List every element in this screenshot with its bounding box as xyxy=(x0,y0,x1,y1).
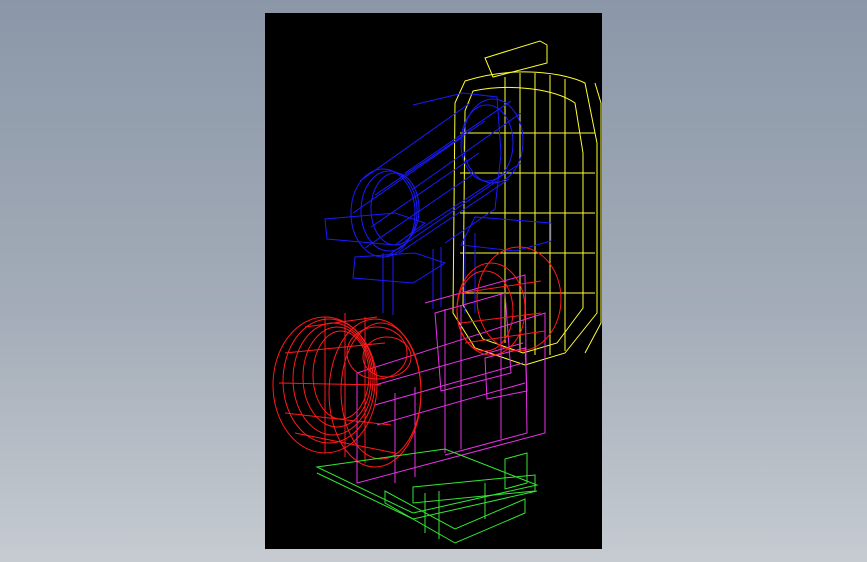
motor-wireframe xyxy=(324,92,552,315)
wireframe-drawing xyxy=(272,40,602,544)
belt-guard-wireframe xyxy=(452,40,602,366)
cad-viewport[interactable] xyxy=(265,13,602,549)
base-wireframe xyxy=(315,448,539,544)
